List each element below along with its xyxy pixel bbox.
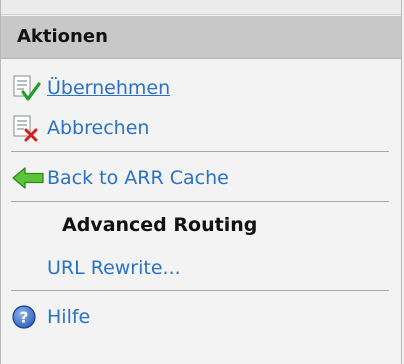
document-check-icon: [11, 74, 47, 102]
separator: [11, 201, 389, 202]
url-rewrite-link[interactable]: URL Rewrite...: [47, 257, 181, 279]
green-back-arrow-icon: [11, 164, 47, 192]
back-to-arr-cache-action[interactable]: Back to ARR Cache: [11, 164, 229, 192]
advanced-routing-heading: Advanced Routing: [62, 214, 258, 236]
url-rewrite-action[interactable]: URL Rewrite...: [11, 254, 181, 282]
apply-action[interactable]: Übernehmen: [11, 74, 170, 102]
cancel-link[interactable]: Abbrechen: [47, 117, 149, 139]
back-to-arr-cache-link[interactable]: Back to ARR Cache: [47, 167, 229, 189]
url-rewrite-icon-spacer: [11, 254, 47, 282]
actions-header: Aktionen: [1, 16, 401, 59]
help-question-icon: ?: [11, 303, 47, 331]
separator: [11, 151, 389, 152]
apply-link[interactable]: Übernehmen: [47, 77, 170, 99]
actions-pane: Aktionen Übernehmen Abbrechen Back to AR…: [0, 0, 402, 364]
svg-text:?: ?: [20, 309, 29, 327]
cancel-action[interactable]: Abbrechen: [11, 114, 149, 142]
separator: [11, 290, 389, 291]
actions-header-title: Aktionen: [17, 26, 108, 47]
document-cross-icon: [11, 114, 47, 142]
pane-top-strip: [1, 0, 401, 15]
help-link[interactable]: Hilfe: [47, 306, 90, 328]
help-action[interactable]: ? Hilfe: [11, 303, 90, 331]
